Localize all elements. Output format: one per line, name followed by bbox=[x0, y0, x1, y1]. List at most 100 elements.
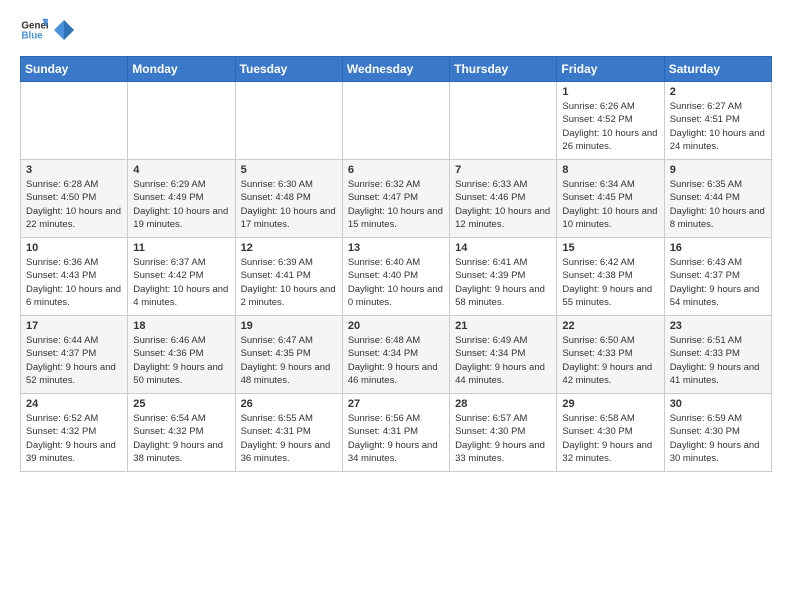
day-info: Sunrise: 6:28 AMSunset: 4:50 PMDaylight:… bbox=[26, 178, 122, 231]
day-cell-2: 2 Sunrise: 6:27 AMSunset: 4:51 PMDaylight… bbox=[664, 82, 771, 160]
day-info: Sunrise: 6:29 AMSunset: 4:49 PMDaylight:… bbox=[133, 178, 229, 231]
day-number: 5 bbox=[241, 164, 337, 176]
day-number: 14 bbox=[455, 242, 551, 254]
day-number: 22 bbox=[562, 320, 658, 332]
day-cell-27: 27 Sunrise: 6:56 AMSunset: 4:31 PMDayligh… bbox=[342, 394, 449, 472]
day-number: 28 bbox=[455, 398, 551, 410]
header-row: SundayMondayTuesdayWednesdayThursdayFrid… bbox=[21, 57, 772, 82]
day-info: Sunrise: 6:47 AMSunset: 4:35 PMDaylight:… bbox=[241, 334, 337, 387]
day-cell-empty bbox=[21, 82, 128, 160]
day-cell-23: 23 Sunrise: 6:51 AMSunset: 4:33 PMDayligh… bbox=[664, 316, 771, 394]
day-info: Sunrise: 6:35 AMSunset: 4:44 PMDaylight:… bbox=[670, 178, 766, 231]
logo: General Blue bbox=[20, 16, 74, 44]
day-cell-10: 10Sunrise: 6:36 AMSunset: 4:43 PMDayligh… bbox=[21, 238, 128, 316]
day-info: Sunrise: 6:33 AMSunset: 4:46 PMDaylight:… bbox=[455, 178, 551, 231]
day-cell-25: 25 Sunrise: 6:54 AMSunset: 4:32 PMDayligh… bbox=[128, 394, 235, 472]
day-number: 17 bbox=[26, 320, 122, 332]
header-cell-sunday: Sunday bbox=[21, 57, 128, 82]
day-number: 30 bbox=[670, 398, 766, 410]
day-info: Sunrise: 6:37 AMSunset: 4:42 PMDaylight:… bbox=[133, 256, 229, 309]
day-info: Sunrise: 6:27 AMSunset: 4:51 PMDaylight:… bbox=[670, 100, 766, 153]
day-number: 9 bbox=[670, 164, 766, 176]
day-number: 26 bbox=[241, 398, 337, 410]
day-cell-14: 14 Sunrise: 6:41 AMSunset: 4:39 PMDayligh… bbox=[450, 238, 557, 316]
calendar-table: SundayMondayTuesdayWednesdayThursdayFrid… bbox=[20, 56, 772, 472]
logo-triangle-icon bbox=[54, 20, 74, 40]
day-info: Sunrise: 6:44 AMSunset: 4:37 PMDaylight:… bbox=[26, 334, 122, 387]
day-cell-24: 24 Sunrise: 6:52 AMSunset: 4:32 PMDayligh… bbox=[21, 394, 128, 472]
day-number: 29 bbox=[562, 398, 658, 410]
week-row-2: 10Sunrise: 6:36 AMSunset: 4:43 PMDayligh… bbox=[21, 238, 772, 316]
day-number: 16 bbox=[670, 242, 766, 254]
day-number: 15 bbox=[562, 242, 658, 254]
day-cell-7: 7 Sunrise: 6:33 AMSunset: 4:46 PMDaylight… bbox=[450, 160, 557, 238]
day-number: 10 bbox=[26, 242, 122, 254]
day-cell-19: 19 Sunrise: 6:47 AMSunset: 4:35 PMDayligh… bbox=[235, 316, 342, 394]
day-number: 23 bbox=[670, 320, 766, 332]
page-container: General Blue bbox=[0, 0, 792, 482]
day-number: 4 bbox=[133, 164, 229, 176]
day-cell-20: 20Sunrise: 6:48 AMSunset: 4:34 PMDayligh… bbox=[342, 316, 449, 394]
day-cell-6: 6 Sunrise: 6:32 AMSunset: 4:47 PMDaylight… bbox=[342, 160, 449, 238]
day-number: 13 bbox=[348, 242, 444, 254]
day-cell-empty bbox=[128, 82, 235, 160]
day-info: Sunrise: 6:40 AMSunset: 4:40 PMDaylight:… bbox=[348, 256, 444, 309]
day-cell-empty bbox=[450, 82, 557, 160]
day-cell-empty bbox=[235, 82, 342, 160]
logo-icon: General Blue bbox=[20, 16, 48, 44]
day-info: Sunrise: 6:49 AMSunset: 4:34 PMDaylight:… bbox=[455, 334, 551, 387]
day-cell-29: 29 Sunrise: 6:58 AMSunset: 4:30 PMDayligh… bbox=[557, 394, 664, 472]
day-info: Sunrise: 6:48 AMSunset: 4:34 PMDaylight:… bbox=[348, 334, 444, 387]
day-number: 19 bbox=[241, 320, 337, 332]
week-row-1: 3 Sunrise: 6:28 AMSunset: 4:50 PMDaylight… bbox=[21, 160, 772, 238]
day-number: 6 bbox=[348, 164, 444, 176]
day-info: Sunrise: 6:46 AMSunset: 4:36 PMDaylight:… bbox=[133, 334, 229, 387]
day-cell-4: 4 Sunrise: 6:29 AMSunset: 4:49 PMDaylight… bbox=[128, 160, 235, 238]
day-info: Sunrise: 6:58 AMSunset: 4:30 PMDaylight:… bbox=[562, 412, 658, 465]
day-number: 24 bbox=[26, 398, 122, 410]
day-info: Sunrise: 6:41 AMSunset: 4:39 PMDaylight:… bbox=[455, 256, 551, 309]
day-number: 18 bbox=[133, 320, 229, 332]
day-cell-22: 22 Sunrise: 6:50 AMSunset: 4:33 PMDayligh… bbox=[557, 316, 664, 394]
day-cell-13: 13 Sunrise: 6:40 AMSunset: 4:40 PMDayligh… bbox=[342, 238, 449, 316]
day-number: 8 bbox=[562, 164, 658, 176]
calendar-body: 1 Sunrise: 6:26 AMSunset: 4:52 PMDaylight… bbox=[21, 82, 772, 472]
day-number: 7 bbox=[455, 164, 551, 176]
day-info: Sunrise: 6:57 AMSunset: 4:30 PMDaylight:… bbox=[455, 412, 551, 465]
day-info: Sunrise: 6:32 AMSunset: 4:47 PMDaylight:… bbox=[348, 178, 444, 231]
day-info: Sunrise: 6:50 AMSunset: 4:33 PMDaylight:… bbox=[562, 334, 658, 387]
day-info: Sunrise: 6:55 AMSunset: 4:31 PMDaylight:… bbox=[241, 412, 337, 465]
day-cell-16: 16 Sunrise: 6:43 AMSunset: 4:37 PMDayligh… bbox=[664, 238, 771, 316]
header: General Blue bbox=[20, 16, 772, 44]
day-info: Sunrise: 6:30 AMSunset: 4:48 PMDaylight:… bbox=[241, 178, 337, 231]
day-cell-3: 3 Sunrise: 6:28 AMSunset: 4:50 PMDaylight… bbox=[21, 160, 128, 238]
day-cell-8: 8 Sunrise: 6:34 AMSunset: 4:45 PMDaylight… bbox=[557, 160, 664, 238]
day-info: Sunrise: 6:59 AMSunset: 4:30 PMDaylight:… bbox=[670, 412, 766, 465]
day-info: Sunrise: 6:56 AMSunset: 4:31 PMDaylight:… bbox=[348, 412, 444, 465]
day-cell-1: 1 Sunrise: 6:26 AMSunset: 4:52 PMDaylight… bbox=[557, 82, 664, 160]
day-number: 27 bbox=[348, 398, 444, 410]
day-number: 1 bbox=[562, 86, 658, 98]
day-info: Sunrise: 6:43 AMSunset: 4:37 PMDaylight:… bbox=[670, 256, 766, 309]
day-info: Sunrise: 6:54 AMSunset: 4:32 PMDaylight:… bbox=[133, 412, 229, 465]
day-info: Sunrise: 6:39 AMSunset: 4:41 PMDaylight:… bbox=[241, 256, 337, 309]
day-cell-17: 17 Sunrise: 6:44 AMSunset: 4:37 PMDayligh… bbox=[21, 316, 128, 394]
day-cell-5: 5 Sunrise: 6:30 AMSunset: 4:48 PMDaylight… bbox=[235, 160, 342, 238]
day-cell-28: 28 Sunrise: 6:57 AMSunset: 4:30 PMDayligh… bbox=[450, 394, 557, 472]
day-cell-9: 9 Sunrise: 6:35 AMSunset: 4:44 PMDaylight… bbox=[664, 160, 771, 238]
day-cell-11: 11Sunrise: 6:37 AMSunset: 4:42 PMDayligh… bbox=[128, 238, 235, 316]
day-cell-12: 12 Sunrise: 6:39 AMSunset: 4:41 PMDayligh… bbox=[235, 238, 342, 316]
day-number: 2 bbox=[670, 86, 766, 98]
day-number: 3 bbox=[26, 164, 122, 176]
header-cell-thursday: Thursday bbox=[450, 57, 557, 82]
header-cell-wednesday: Wednesday bbox=[342, 57, 449, 82]
day-info: Sunrise: 6:34 AMSunset: 4:45 PMDaylight:… bbox=[562, 178, 658, 231]
day-info: Sunrise: 6:51 AMSunset: 4:33 PMDaylight:… bbox=[670, 334, 766, 387]
day-info: Sunrise: 6:52 AMSunset: 4:32 PMDaylight:… bbox=[26, 412, 122, 465]
day-number: 25 bbox=[133, 398, 229, 410]
day-info: Sunrise: 6:42 AMSunset: 4:38 PMDaylight:… bbox=[562, 256, 658, 309]
day-cell-26: 26 Sunrise: 6:55 AMSunset: 4:31 PMDayligh… bbox=[235, 394, 342, 472]
day-info: Sunrise: 6:26 AMSunset: 4:52 PMDaylight:… bbox=[562, 100, 658, 153]
day-number: 12 bbox=[241, 242, 337, 254]
day-cell-empty bbox=[342, 82, 449, 160]
